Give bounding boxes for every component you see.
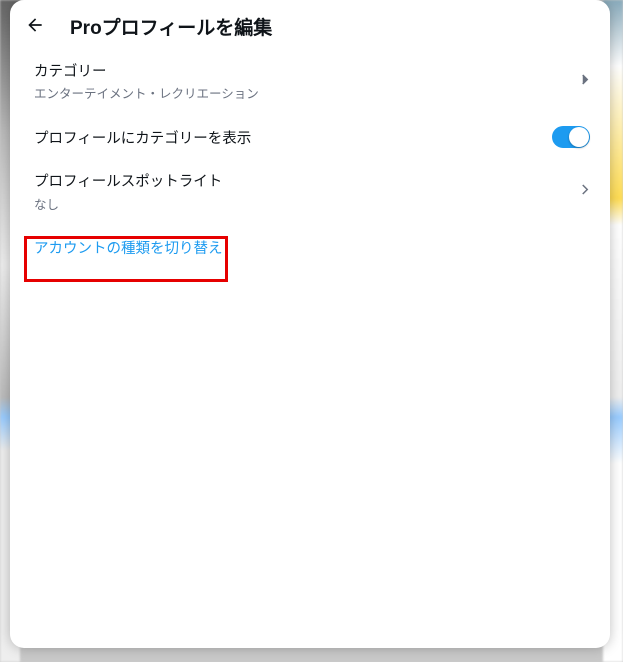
chevron-right-icon: [576, 71, 594, 94]
arrow-left-icon: [25, 15, 45, 38]
spotlight-row[interactable]: プロフィールスポットライト なし: [10, 162, 610, 222]
switch-account-row: アカウントの種類を切り替え: [10, 223, 610, 272]
toggle-knob: [569, 127, 589, 147]
show-category-label: プロフィールにカテゴリーを表示: [34, 127, 251, 148]
edit-pro-profile-modal: Proプロフィールを編集 カテゴリー エンターテイメント・レクリエーション プロ…: [10, 0, 610, 648]
switch-account-link[interactable]: アカウントの種類を切り替え: [34, 241, 223, 257]
show-category-row[interactable]: プロフィールにカテゴリーを表示: [10, 112, 610, 162]
category-value: エンターテイメント・レクリエーション: [34, 83, 590, 102]
category-row[interactable]: カテゴリー エンターテイメント・レクリエーション: [10, 52, 610, 112]
category-label: カテゴリー: [34, 62, 590, 82]
show-category-toggle[interactable]: [552, 126, 590, 148]
modal-header: Proプロフィールを編集: [10, 0, 610, 52]
spotlight-value: なし: [34, 194, 590, 213]
back-button[interactable]: [18, 9, 52, 43]
chevron-right-icon: [576, 181, 594, 204]
modal-title: Proプロフィールを編集: [70, 13, 272, 40]
spotlight-label: プロフィールスポットライト: [34, 172, 590, 192]
